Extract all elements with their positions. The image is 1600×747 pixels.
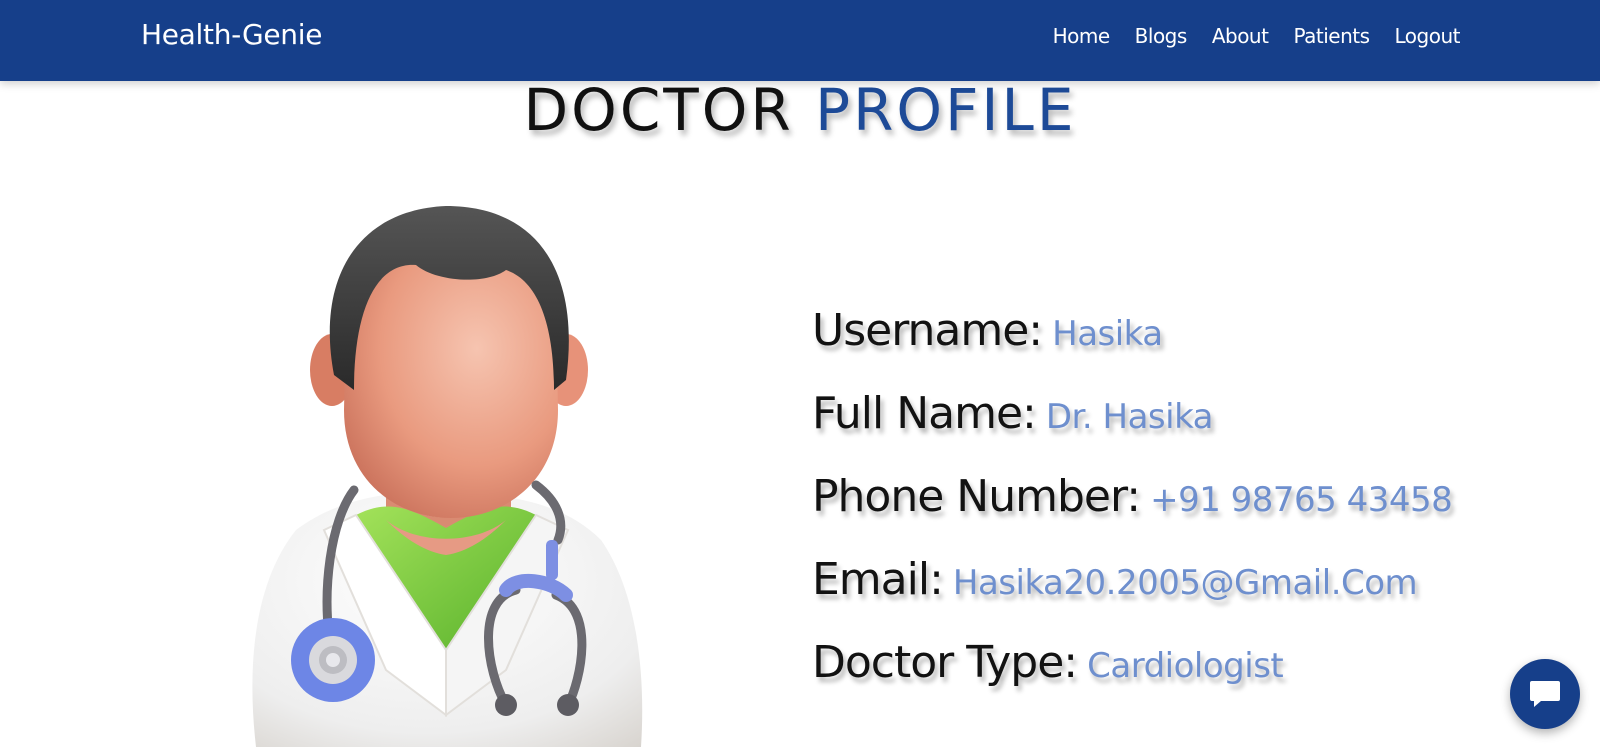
- phone-label: Phone Number:: [812, 471, 1141, 522]
- page-title: DOCTOR PROFILE: [0, 76, 1600, 144]
- profile-details: Username: Hasika Full Name: Dr. Hasika Pho…: [812, 305, 1453, 720]
- fullname-row: Full Name: Dr. Hasika: [812, 388, 1452, 471]
- username-row: Username: Hasika: [812, 305, 1452, 388]
- brand-logo[interactable]: Health-Genie: [141, 18, 322, 51]
- fullname-value: Dr. Hasika: [1045, 397, 1214, 437]
- doctor-avatar-illustration: [236, 200, 666, 747]
- navbar: Health-Genie Home Blogs About Patients L…: [0, 0, 1600, 81]
- page-title-part1: DOCTOR: [523, 76, 794, 144]
- doctor-type-label: Doctor Type:: [812, 637, 1078, 688]
- username-value: Hasika: [1052, 314, 1163, 354]
- nav-about-link[interactable]: About: [1212, 24, 1269, 48]
- chat-bubble-icon: [1530, 681, 1560, 707]
- nav-links: Home Blogs About Patients Logout: [1028, 24, 1461, 48]
- fullname-label: Full Name:: [812, 388, 1037, 439]
- nav-home-link[interactable]: Home: [1053, 24, 1111, 48]
- email-value: Hasika20.2005@Gmail.Com: [952, 563, 1418, 603]
- doctor-type-value: Cardiologist: [1087, 646, 1284, 686]
- chat-button[interactable]: [1510, 659, 1580, 729]
- nav-logout-link[interactable]: Logout: [1395, 24, 1461, 48]
- nav-patients-link[interactable]: Patients: [1293, 24, 1370, 48]
- phone-row: Phone Number: +91 98765 43458: [812, 471, 1453, 554]
- nav-blogs-link[interactable]: Blogs: [1135, 24, 1188, 48]
- email-label: Email:: [812, 554, 944, 605]
- doctor-type-row: Doctor Type: Cardiologist: [812, 637, 1452, 720]
- username-label: Username:: [812, 305, 1043, 356]
- email-row: Email: Hasika20.2005@Gmail.Com: [812, 554, 1452, 637]
- phone-value: +91 98765 43458: [1150, 480, 1453, 520]
- page-title-part2: PROFILE: [815, 76, 1077, 144]
